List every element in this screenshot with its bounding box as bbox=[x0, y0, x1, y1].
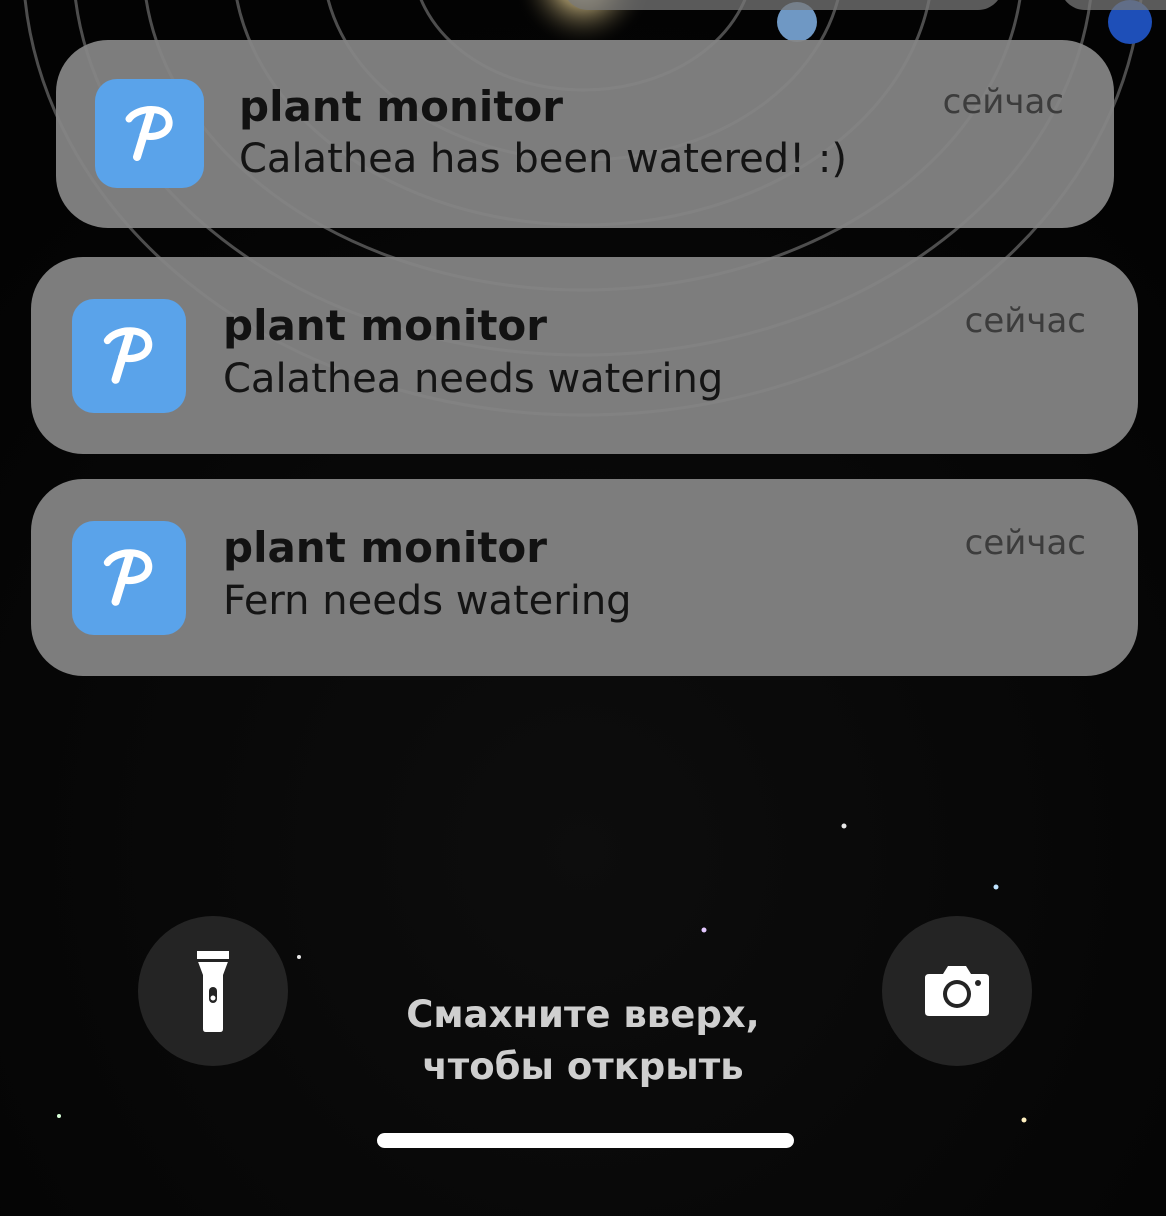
app-icon bbox=[72, 521, 186, 635]
app-icon bbox=[95, 79, 204, 188]
notification-time: сейчас bbox=[964, 301, 1086, 341]
swipe-hint-line2: чтобы открыть bbox=[422, 1045, 744, 1088]
notification-time: сейчас bbox=[964, 523, 1086, 563]
app-icon bbox=[72, 299, 186, 413]
notification-app-name: plant monitor bbox=[223, 523, 547, 572]
camera-icon bbox=[925, 966, 989, 1016]
flashlight-button[interactable] bbox=[138, 916, 288, 1066]
plant-monitor-logo-icon bbox=[125, 105, 173, 161]
top-pill-left bbox=[563, 0, 1003, 10]
notification-message: Fern needs watering bbox=[223, 578, 632, 624]
notification-card[interactable]: plant monitor Calathea has been watered!… bbox=[56, 40, 1114, 228]
swipe-hint-line1: Смахните вверх, bbox=[406, 993, 760, 1036]
plant-monitor-logo-icon bbox=[103, 549, 153, 606]
notification-app-name: plant monitor bbox=[239, 82, 563, 131]
plant-monitor-logo-icon bbox=[103, 327, 153, 384]
notification-message: Calathea has been watered! :) bbox=[239, 136, 847, 182]
notification-message: Calathea needs watering bbox=[223, 356, 724, 402]
top-pill-right bbox=[1060, 0, 1166, 10]
swipe-up-hint: Смахните вверх, чтобы открыть bbox=[283, 989, 883, 1093]
notification-app-name: plant monitor bbox=[223, 301, 547, 350]
home-indicator-bar[interactable] bbox=[377, 1133, 794, 1148]
notification-card[interactable]: plant monitor Fern needs watering сейчас bbox=[31, 479, 1138, 676]
flashlight-icon bbox=[197, 951, 229, 1032]
notification-card[interactable]: plant monitor Calathea needs watering се… bbox=[31, 257, 1138, 454]
camera-button[interactable] bbox=[882, 916, 1032, 1066]
notification-time: сейчас bbox=[942, 82, 1064, 122]
